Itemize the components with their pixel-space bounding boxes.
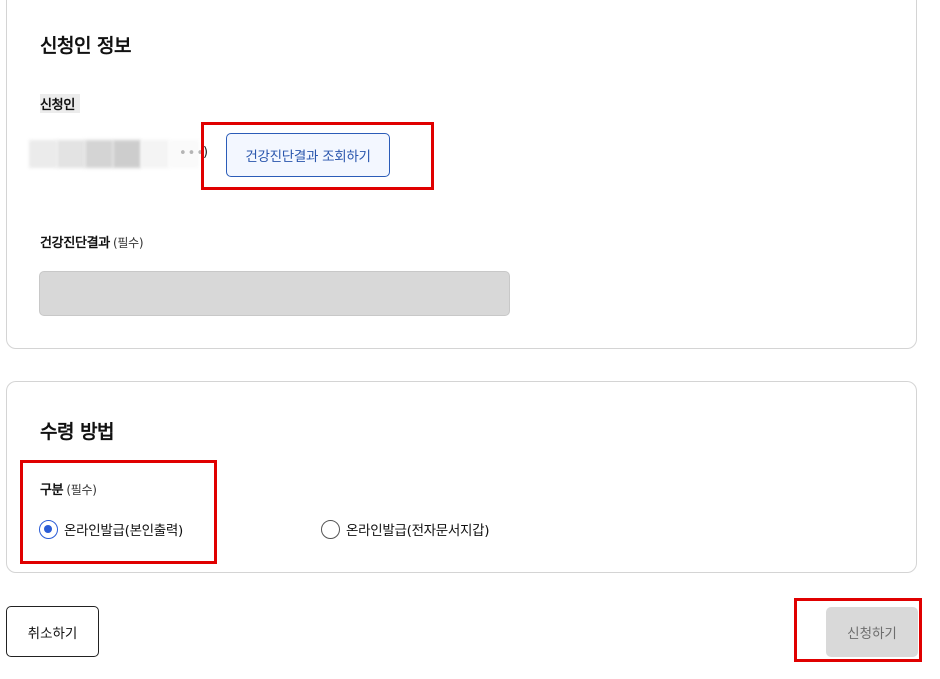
apply-button[interactable]: 신청하기 bbox=[826, 607, 918, 657]
health-result-label: 건강진단결과 (필수) bbox=[40, 232, 144, 251]
health-result-lookup-button[interactable]: 건강진단결과 조회하기 bbox=[226, 133, 390, 177]
category-required: (필수) bbox=[66, 483, 97, 497]
health-result-required: (필수) bbox=[112, 236, 144, 250]
receipt-method-card: 수령 방법 구분 (필수) 온라인발급(본인출력) 온라인발급(전자문서지갑) bbox=[6, 381, 917, 573]
radio-option-label: 온라인발급(본인출력) bbox=[64, 523, 184, 539]
applicant-info-card: 신청인 정보 신청인 ••• ) 건강진단결과 조회하기 건강진단결과 (필수) bbox=[6, 0, 917, 349]
receipt-section-title: 수령 방법 bbox=[40, 421, 115, 443]
category-label-text: 구분 bbox=[40, 483, 64, 498]
radio-option-label: 온라인발급(전자문서지갑) bbox=[346, 523, 490, 539]
radio-checked-icon[interactable] bbox=[39, 519, 58, 539]
applicant-name-suffix: ) bbox=[203, 145, 209, 160]
application-page: 신청인 정보 신청인 ••• ) 건강진단결과 조회하기 건강진단결과 (필수) … bbox=[0, 0, 940, 679]
applicant-label: 신청인 bbox=[40, 94, 80, 113]
radio-online-e-wallet[interactable]: 온라인발급(전자문서지갑) bbox=[321, 519, 490, 539]
health-result-field bbox=[39, 271, 510, 316]
masked-applicant-name: ••• ) bbox=[29, 140, 211, 168]
applicant-section-title: 신청인 정보 bbox=[40, 35, 132, 57]
radio-unchecked-icon[interactable] bbox=[321, 519, 340, 539]
category-label: 구분 (필수) bbox=[40, 479, 97, 498]
health-result-label-text: 건강진단결과 bbox=[40, 236, 110, 251]
cancel-button[interactable]: 취소하기 bbox=[6, 606, 99, 657]
radio-online-self-print[interactable]: 온라인발급(본인출력) bbox=[39, 519, 183, 539]
